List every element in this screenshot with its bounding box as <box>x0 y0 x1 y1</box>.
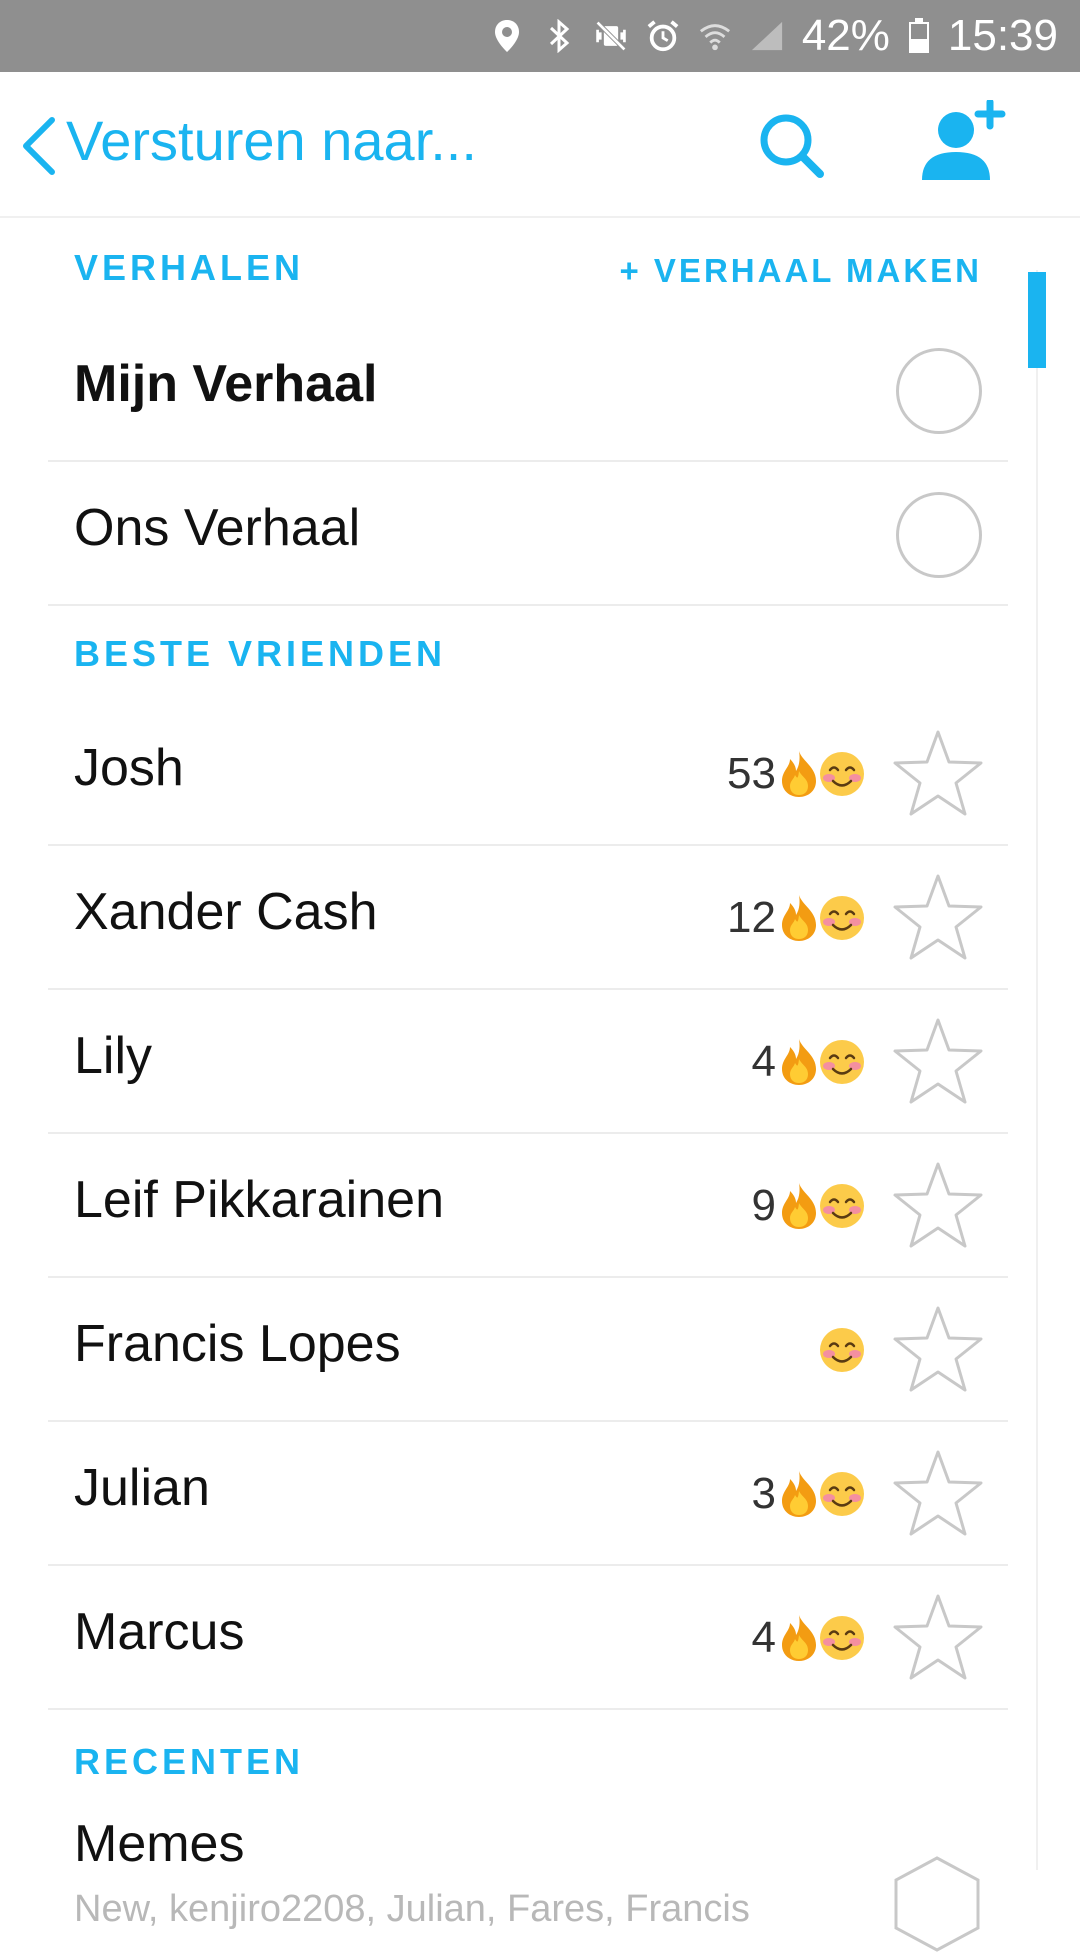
vibrate-mute-icon <box>594 19 628 53</box>
star-icon[interactable] <box>892 728 984 818</box>
make-story-label: VERHAAL MAKEN <box>653 252 982 289</box>
wifi-icon <box>698 19 732 53</box>
fire-icon <box>776 893 822 943</box>
friend-badges: 4 <box>752 1034 866 1090</box>
friend-name: Josh <box>74 739 184 797</box>
smiling-face-icon <box>818 1182 866 1230</box>
friend-name: Marcus <box>74 1603 245 1661</box>
stories-section-header: VERHALEN + VERHAAL MAKEN <box>0 218 1040 318</box>
add-friend-icon <box>922 98 1006 180</box>
story-name: Mijn Verhaal <box>74 355 378 413</box>
recents-section-header: RECENTEN <box>0 1710 1040 1814</box>
friend-name: Francis Lopes <box>74 1315 401 1373</box>
smiling-face-icon <box>818 1614 866 1662</box>
friend-row[interactable]: Leif Pikkarainen 9 <box>48 1134 1008 1278</box>
section-title-recents: RECENTEN <box>74 1741 305 1782</box>
smiling-face-icon <box>818 750 866 798</box>
section-title-best-friends: BESTE VRIENDEN <box>74 633 447 674</box>
friend-name: Julian <box>74 1459 210 1517</box>
clock: 15:39 <box>947 11 1058 60</box>
search-icon <box>760 114 824 178</box>
smiling-face-icon <box>818 1038 866 1086</box>
friend-badges: 12 <box>727 890 866 946</box>
friend-badges <box>820 1322 866 1378</box>
streak-count: 3 <box>751 1469 776 1518</box>
select-circle-icon[interactable] <box>896 492 982 578</box>
smiling-face-icon <box>818 1326 866 1374</box>
search-button[interactable] <box>756 110 828 182</box>
best-friends-section-header: BESTE VRIENDEN <box>0 606 1040 702</box>
back-button[interactable] <box>12 112 72 180</box>
streak-count: 9 <box>751 1181 776 1230</box>
star-icon[interactable] <box>892 1016 984 1106</box>
friend-row[interactable]: Marcus 4 <box>48 1566 1008 1710</box>
star-icon[interactable] <box>892 1448 984 1538</box>
battery-percent: 42% <box>801 11 890 60</box>
recipient-list[interactable]: VERHALEN + VERHAAL MAKEN Mijn Verhaal On… <box>0 218 1040 1954</box>
streak-count: 4 <box>751 1037 776 1086</box>
page-title: Versturen naar... <box>66 109 477 172</box>
streak-count: 12 <box>727 893 776 942</box>
scrollbar-track <box>1036 270 1038 1870</box>
recent-row-memes[interactable]: Memes New, kenjiro2208, Julian, Fares, F… <box>48 1814 1008 1954</box>
fire-icon <box>776 1037 822 1087</box>
fire-icon <box>776 749 822 799</box>
friend-row[interactable]: Julian 3 <box>48 1422 1008 1566</box>
friend-name: Leif Pikkarainen <box>74 1171 444 1229</box>
chevron-left-icon <box>23 117 55 175</box>
plus-icon: + <box>619 252 654 289</box>
friend-badges: 53 <box>727 746 866 802</box>
section-title-stories: VERHALEN <box>74 247 305 288</box>
select-circle-icon[interactable] <box>896 348 982 434</box>
friend-row[interactable]: Josh 53 <box>48 702 1008 846</box>
friend-row[interactable]: Lily 4 <box>48 990 1008 1134</box>
smiling-face-icon <box>818 1470 866 1518</box>
star-icon[interactable] <box>892 1160 984 1250</box>
streak-count: 53 <box>727 749 776 798</box>
friend-row[interactable]: Francis Lopes <box>48 1278 1008 1422</box>
story-name: Ons Verhaal <box>74 499 361 557</box>
friend-badges: 9 <box>752 1178 866 1234</box>
make-story-button[interactable]: + VERHAAL MAKEN <box>619 252 982 290</box>
story-row-mijn-verhaal[interactable]: Mijn Verhaal <box>48 318 1008 462</box>
star-icon[interactable] <box>892 1304 984 1394</box>
friend-name: Lily <box>74 1027 153 1085</box>
star-icon[interactable] <box>892 1592 984 1682</box>
battery-icon <box>908 18 930 54</box>
fire-icon <box>776 1469 822 1519</box>
group-members: New, kenjiro2208, Julian, Fares, Francis <box>74 1888 750 1930</box>
signal-icon <box>750 19 784 53</box>
smiling-face-icon <box>818 894 866 942</box>
alarm-icon <box>646 19 680 53</box>
streak-count: 4 <box>751 1613 776 1662</box>
status-bar: 42% 15:39 <box>0 0 1080 72</box>
friend-row[interactable]: Xander Cash 12 <box>48 846 1008 990</box>
add-friend-button[interactable] <box>918 98 1008 184</box>
group-name: Memes <box>74 1815 245 1873</box>
friend-badges: 4 <box>752 1610 866 1666</box>
scrollbar-thumb[interactable] <box>1028 272 1046 368</box>
friend-name: Xander Cash <box>74 883 378 941</box>
fire-icon <box>776 1181 822 1231</box>
location-icon <box>490 19 524 53</box>
friend-badges: 3 <box>752 1466 866 1522</box>
select-hexagon-icon[interactable] <box>892 1854 982 1954</box>
star-icon[interactable] <box>892 872 984 962</box>
app-bar: Versturen naar... <box>0 72 1080 218</box>
story-row-ons-verhaal[interactable]: Ons Verhaal <box>48 462 1008 606</box>
bluetooth-icon <box>542 19 576 53</box>
fire-icon <box>776 1613 822 1663</box>
